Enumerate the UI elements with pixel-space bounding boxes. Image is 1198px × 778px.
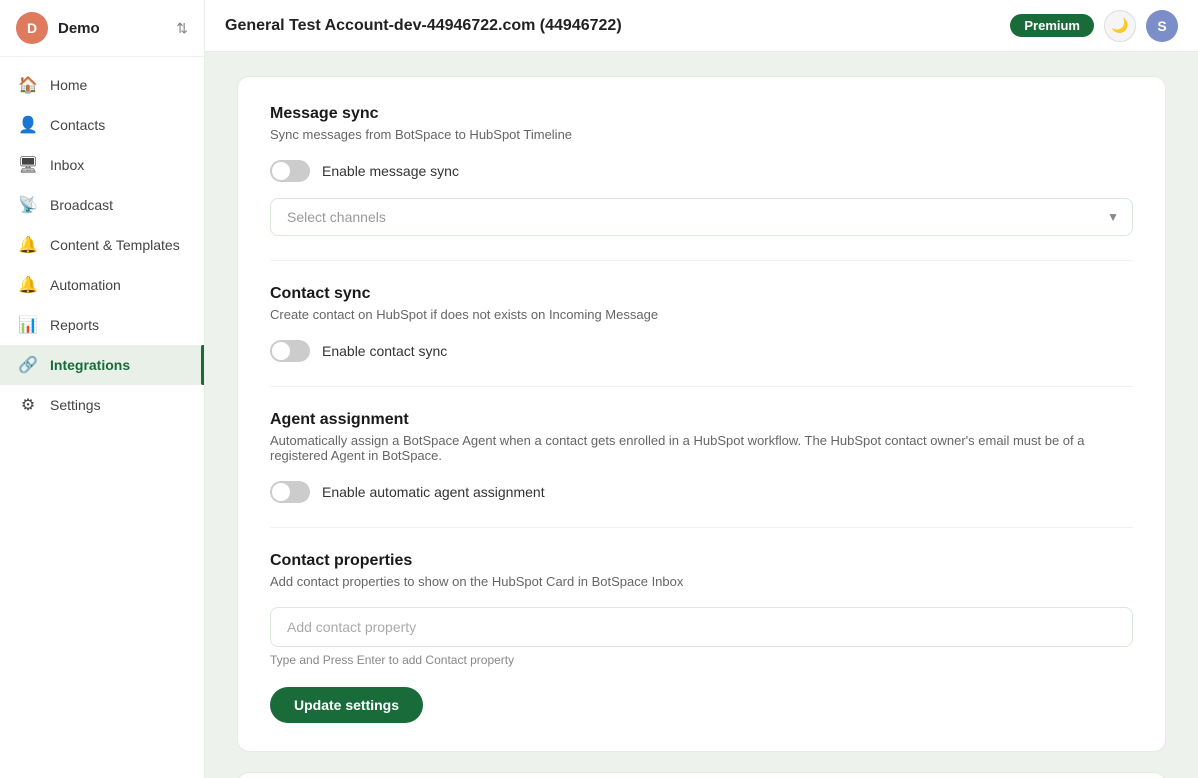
premium-badge: Premium — [1010, 14, 1094, 37]
contact-sync-toggle-row: Enable contact sync — [270, 340, 1133, 362]
inbox-icon: 🖥 — [18, 155, 38, 175]
message-sync-toggle-label: Enable message sync — [322, 163, 459, 179]
message-sync-title: Message sync — [270, 105, 1133, 123]
sidebar-item-label: Content & Templates — [50, 237, 180, 253]
agent-assignment-toggle-row: Enable automatic agent assignment — [270, 481, 1133, 503]
input-hint: Type and Press Enter to add Contact prop… — [270, 653, 1133, 667]
settings-card: Message sync Sync messages from BotSpace… — [237, 76, 1166, 752]
sidebar-item-reports[interactable]: 📊 Reports — [0, 305, 204, 345]
agent-assignment-title: Agent assignment — [270, 411, 1133, 429]
contact-sync-toggle-label: Enable contact sync — [322, 343, 447, 359]
message-sync-toggle[interactable] — [270, 160, 310, 182]
contact-sync-title: Contact sync — [270, 285, 1133, 303]
delete-integration-card: Delete integration Permanently delete Ge… — [237, 772, 1166, 778]
contacts-icon: 👤 — [18, 115, 38, 135]
sidebar-item-label: Automation — [50, 277, 121, 293]
sidebar-header: D Demo ⇅ — [0, 0, 204, 57]
contact-properties-desc: Add contact properties to show on the Hu… — [270, 574, 1133, 589]
integrations-icon: 🔗 — [18, 355, 38, 375]
divider-1 — [270, 260, 1133, 261]
topbar: General Test Account-dev-44946722.com (4… — [205, 0, 1198, 52]
sidebar-item-inbox[interactable]: 🖥 Inbox — [0, 145, 204, 185]
settings-icon: ⚙ — [18, 395, 38, 415]
content-templates-icon: 🔔 — [18, 235, 38, 255]
contact-sync-desc: Create contact on HubSpot if does not ex… — [270, 307, 1133, 322]
sidebar-item-label: Integrations — [50, 357, 130, 373]
sidebar-nav: 🏠 Home 👤 Contacts 🖥 Inbox 📡 Broadcast 🔔 … — [0, 57, 204, 778]
agent-assignment-desc: Automatically assign a BotSpace Agent wh… — [270, 433, 1133, 463]
message-sync-toggle-row: Enable message sync — [270, 160, 1133, 182]
avatar: D — [16, 12, 48, 44]
message-sync-section: Message sync Sync messages from BotSpace… — [270, 105, 1133, 236]
topbar-actions: Premium 🌙 S — [1010, 10, 1178, 42]
sidebar-item-contacts[interactable]: 👤 Contacts — [0, 105, 204, 145]
divider-2 — [270, 386, 1133, 387]
contact-properties-title: Contact properties — [270, 552, 1133, 570]
dark-mode-toggle[interactable]: 🌙 — [1104, 10, 1136, 42]
page-title: General Test Account-dev-44946722.com (4… — [225, 17, 622, 35]
contact-sync-section: Contact sync Create contact on HubSpot i… — [270, 285, 1133, 362]
select-channels-wrap: Select channels ▼ — [270, 198, 1133, 236]
sidebar-item-integrations[interactable]: 🔗 Integrations — [0, 345, 204, 385]
divider-3 — [270, 527, 1133, 528]
contact-properties-section: Contact properties Add contact propertie… — [270, 552, 1133, 723]
sidebar-item-label: Broadcast — [50, 197, 113, 213]
sidebar: D Demo ⇅ 🏠 Home 👤 Contacts 🖥 Inbox 📡 Bro… — [0, 0, 205, 778]
home-icon: 🏠 — [18, 75, 38, 95]
sidebar-item-label: Inbox — [50, 157, 84, 173]
automation-icon: 🔔 — [18, 275, 38, 295]
contact-property-input[interactable] — [270, 607, 1133, 647]
agent-assignment-toggle-label: Enable automatic agent assignment — [322, 484, 545, 500]
sidebar-item-automation[interactable]: 🔔 Automation — [0, 265, 204, 305]
content-area: Message sync Sync messages from BotSpace… — [205, 52, 1198, 778]
broadcast-icon: 📡 — [18, 195, 38, 215]
agent-assignment-section: Agent assignment Automatically assign a … — [270, 411, 1133, 503]
contact-sync-toggle[interactable] — [270, 340, 310, 362]
update-settings-button[interactable]: Update settings — [270, 687, 423, 723]
sidebar-item-label: Contacts — [50, 117, 105, 133]
sidebar-item-settings[interactable]: ⚙ Settings — [0, 385, 204, 425]
message-sync-desc: Sync messages from BotSpace to HubSpot T… — [270, 127, 1133, 142]
user-avatar[interactable]: S — [1146, 10, 1178, 42]
agent-assignment-toggle[interactable] — [270, 481, 310, 503]
sidebar-item-content-templates[interactable]: 🔔 Content & Templates — [0, 225, 204, 265]
sidebar-item-label: Reports — [50, 317, 99, 333]
chevron-icon[interactable]: ⇅ — [176, 20, 188, 37]
main-wrapper: General Test Account-dev-44946722.com (4… — [205, 0, 1198, 778]
sidebar-item-label: Home — [50, 77, 87, 93]
brand-name: Demo — [58, 20, 166, 37]
sidebar-item-label: Settings — [50, 397, 101, 413]
select-channels[interactable]: Select channels — [270, 198, 1133, 236]
sidebar-item-broadcast[interactable]: 📡 Broadcast — [0, 185, 204, 225]
sidebar-item-home[interactable]: 🏠 Home — [0, 65, 204, 105]
reports-icon: 📊 — [18, 315, 38, 335]
